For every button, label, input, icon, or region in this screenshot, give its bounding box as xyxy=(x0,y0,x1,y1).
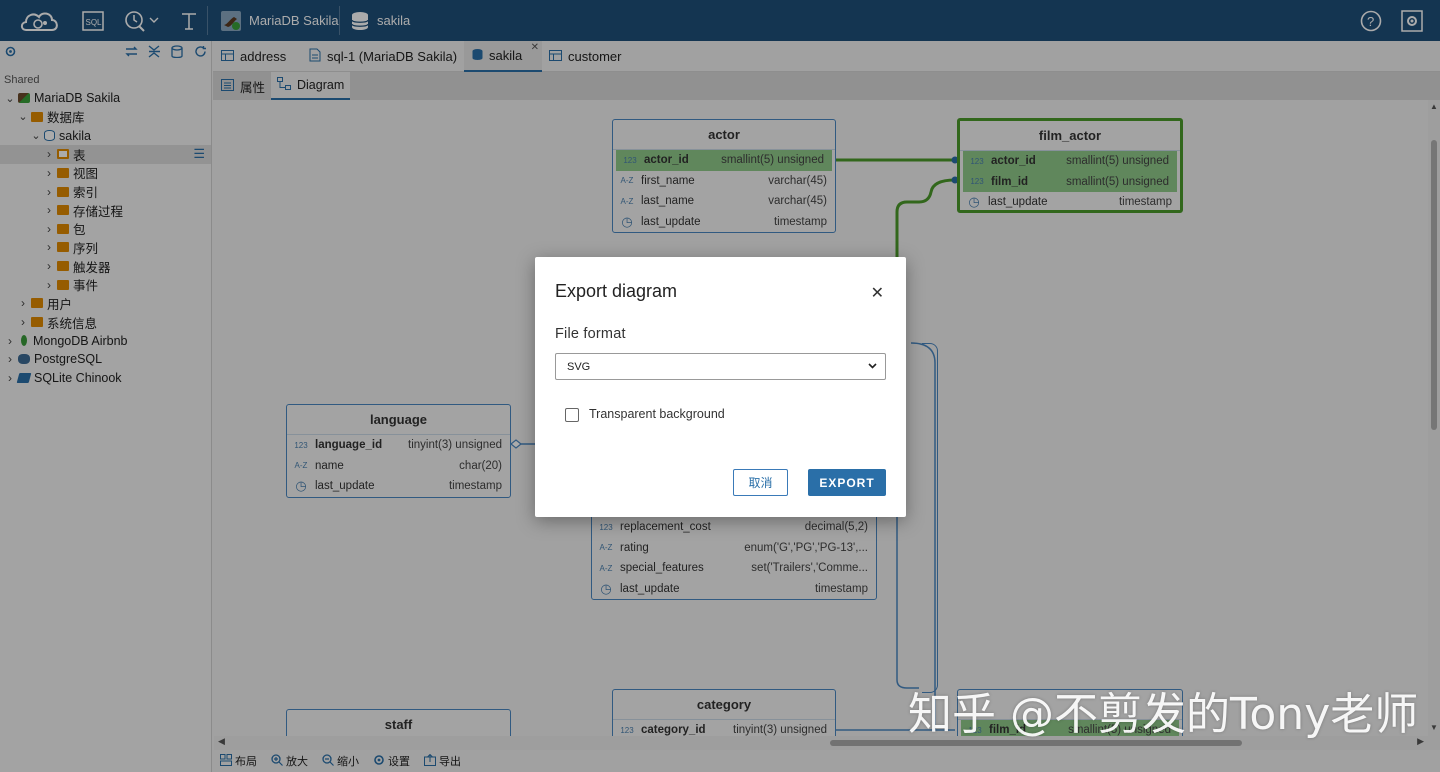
cancel-button[interactable]: 取消 xyxy=(733,469,788,496)
file-format-select[interactable]: SVG xyxy=(555,353,886,380)
app-window: SQL MariaDB Sakila sakila ? Shared ⌄ Mari… xyxy=(0,0,1440,772)
export-button[interactable]: EXPORT xyxy=(808,469,886,496)
chevron-down-icon xyxy=(868,361,877,372)
watermark-text: 知乎 @不剪发的Tony老师 xyxy=(908,689,1419,740)
close-icon[interactable]: ✕ xyxy=(871,283,884,303)
file-format-label: File format xyxy=(555,326,626,342)
file-format-value: SVG xyxy=(567,360,591,373)
transparent-background-label[interactable]: Transparent background xyxy=(589,407,725,421)
transparent-background-checkbox[interactable] xyxy=(565,408,579,422)
dialog-title: Export diagram xyxy=(555,281,678,301)
export-diagram-dialog: Export diagram ✕ File format SVG Transpa… xyxy=(535,257,906,517)
